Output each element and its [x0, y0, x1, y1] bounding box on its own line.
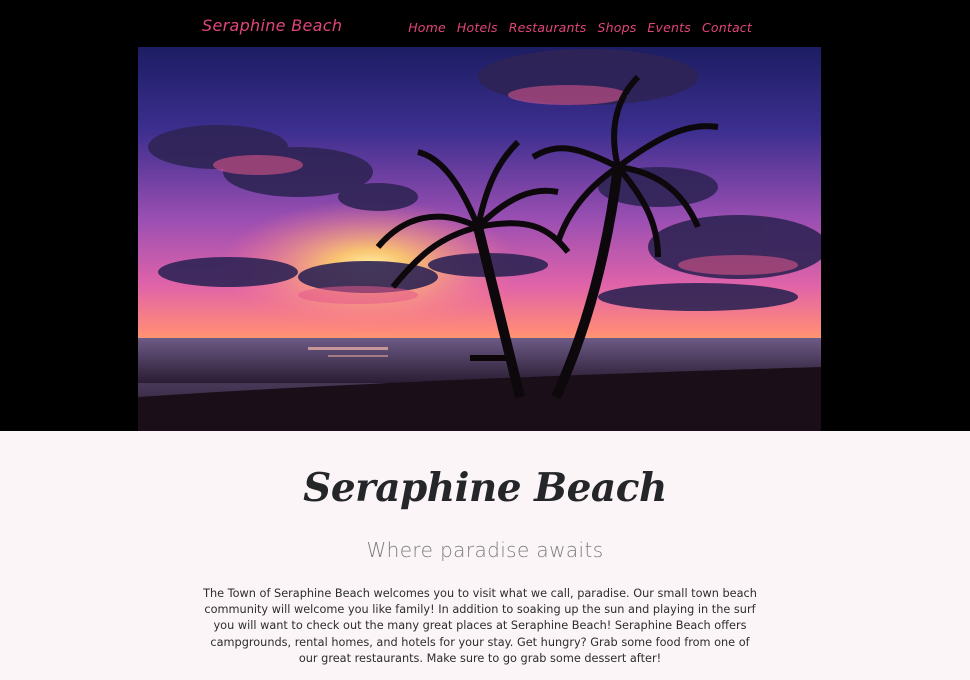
nav-shops[interactable]: Shops	[597, 20, 636, 35]
nav-events[interactable]: Events	[647, 20, 691, 35]
hero-header: Seraphine Beach Home Hotels Restaurants …	[0, 0, 970, 431]
nav-contact[interactable]: Contact	[702, 20, 752, 35]
hero-sunset-image	[138, 47, 821, 431]
main-nav: Home Hotels Restaurants Shops Events Con…	[408, 20, 752, 35]
nav-restaurants[interactable]: Restaurants	[509, 20, 587, 35]
page-title: Seraphine Beach	[303, 465, 667, 511]
intro-paragraph: The Town of Seraphine Beach welcomes you…	[203, 587, 757, 665]
intro-section: Seraphine Beach Where paradise awaits Th…	[0, 431, 970, 680]
nav-home[interactable]: Home	[408, 20, 446, 35]
nav-hotels[interactable]: Hotels	[457, 20, 498, 35]
tagline: Where paradise awaits	[366, 538, 604, 562]
brand-link[interactable]: Seraphine Beach	[202, 16, 342, 35]
